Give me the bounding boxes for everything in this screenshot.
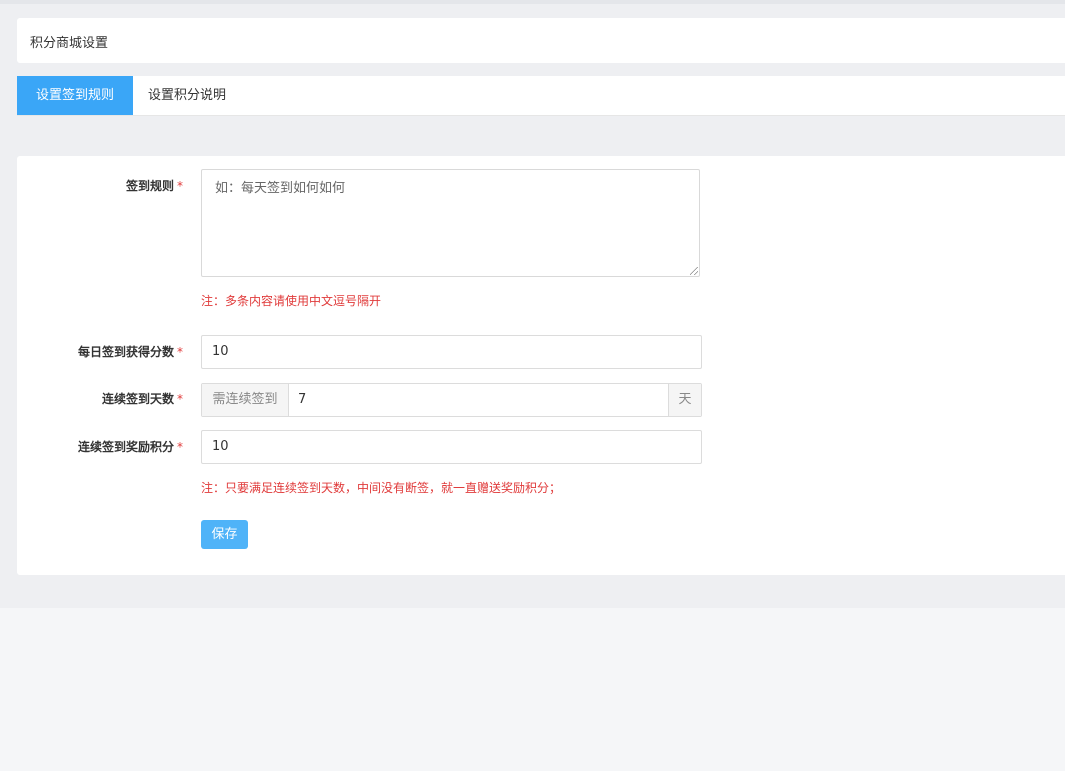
consecutive-days-suffix: 天 [668,384,701,416]
consecutive-reward-note: 注：只要满足连续签到天数，中间没有断签，就一直赠送奖励积分； [201,481,562,495]
daily-points-input[interactable]: 10 [201,335,702,369]
consecutive-reward-label: 连续签到奖励积分 * [17,438,183,455]
consecutive-days-label-text: 连续签到天数 [101,392,174,406]
required-mark: * [177,179,183,193]
resize-handle-icon[interactable] [690,267,698,275]
sign-rule-textarea[interactable]: 如：每天签到如何如何 [201,169,700,277]
header-card: 积分商城设置 [17,18,1065,63]
consecutive-reward-input[interactable]: 10 [201,430,702,464]
consecutive-days-input[interactable]: 7 [298,384,306,416]
consecutive-days-input-group: 需连续签到 7 天 [201,383,702,417]
save-button[interactable]: 保存 [201,520,248,549]
page-title: 积分商城设置 [30,36,109,51]
sign-rule-label: 签到规则 * [17,177,183,194]
daily-points-label: 每日签到获得分数 * [17,343,183,360]
sign-rule-placeholder: 如：每天签到如何如何 [215,181,346,196]
settings-form: 签到规则 * 如：每天签到如何如何 注：多条内容请使用中文逗号隔开 每日签到获得分… [17,156,1065,575]
consecutive-days-label: 连续签到天数 * [17,390,183,407]
tab-bar: 设置签到规则 设置积分说明 [17,76,1065,116]
required-mark: * [177,440,183,454]
sign-rule-label-text: 签到规则 [125,179,174,193]
required-mark: * [177,392,183,406]
consecutive-reward-label-text: 连续签到奖励积分 [77,440,174,454]
sign-rule-note: 注：多条内容请使用中文逗号隔开 [201,294,382,308]
tab-points-description[interactable]: 设置积分说明 [129,76,245,115]
required-mark: * [177,345,183,359]
tab-sign-rules[interactable]: 设置签到规则 [17,76,134,115]
consecutive-days-prefix: 需连续签到 [202,384,289,416]
daily-points-label-text: 每日签到获得分数 [77,345,174,359]
